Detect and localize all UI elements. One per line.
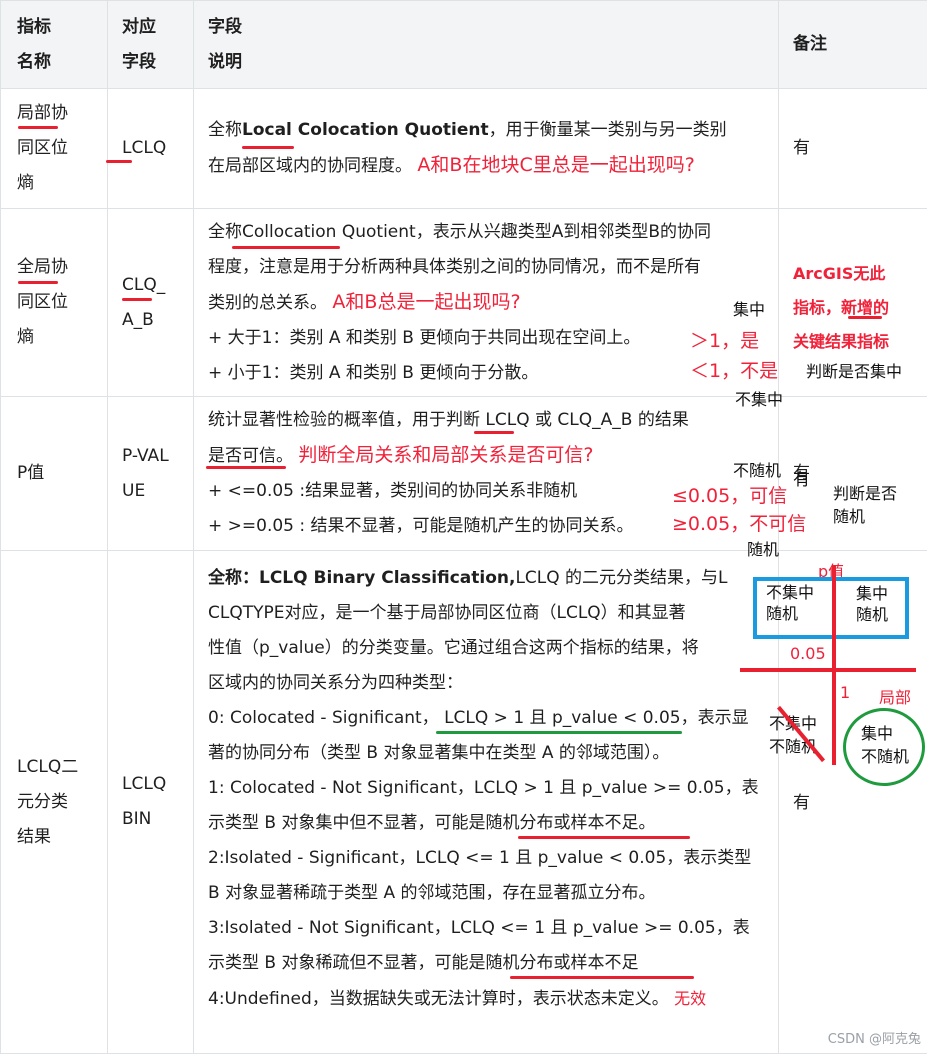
quadrant-bl: 不集中不随机 (769, 712, 817, 758)
quadrant-br: 集中不随机 (861, 722, 909, 768)
header-field: 对应字段 (108, 1, 194, 89)
header-desc: 字段说明 (194, 1, 779, 89)
annotation-gt1: ＞1，是 (690, 326, 759, 353)
table-header-row: 指标名称 对应字段 字段说明 备注 (1, 1, 927, 89)
underline-mark-green (436, 731, 682, 734)
row-field: LCLQBIN (108, 551, 194, 1054)
underline-mark (206, 466, 286, 469)
row-field: P-VALUE (108, 397, 194, 551)
quadrant-axis-local: 局部 (879, 684, 911, 708)
underline-mark (518, 836, 690, 839)
underline-mark (106, 160, 132, 163)
header-name: 指标名称 (1, 1, 108, 89)
row-note: 有 (779, 89, 927, 209)
underline-mark (474, 431, 514, 434)
annotation-jizhong: 集中 (733, 296, 765, 320)
watermark: CSDN @阿克兔 (828, 1028, 921, 1047)
annotation-busuiji: 不随机 (733, 457, 781, 481)
annotation-judge-jizhong: 判断是否集中 (806, 358, 902, 382)
annotation-judge-suiji-2: 随机 (833, 503, 865, 527)
underline-mark (122, 298, 152, 301)
annotation-judge-suiji-1: 判断是否 (833, 480, 897, 504)
table-row: 局部协同区位熵 LCLQ 全称Local Colocation Quotient… (1, 89, 927, 209)
quadrant-horizontal-axis (740, 668, 916, 672)
underline-mark (848, 316, 882, 319)
quadrant-vertical-axis (832, 565, 836, 765)
quadrant-tl: 不集中随机 (766, 582, 814, 624)
underline-mark (510, 976, 694, 979)
quadrant-axis-1: 1 (840, 683, 850, 702)
annotation-le005: ≤0.05，可信 (672, 481, 787, 508)
underline-mark (232, 246, 340, 249)
annotation-you-overlay: 有 (793, 465, 810, 490)
row-name: 全局协同区位熵 (1, 209, 108, 397)
underline-mark (18, 126, 58, 129)
table-row: 全局协同区位熵 CLQ_A_B 全称Collocation Quotient，表… (1, 209, 927, 397)
annotation-bujizhong: 不集中 (735, 386, 783, 410)
underline-mark (18, 281, 58, 284)
row-name: P值 (1, 397, 108, 551)
quadrant-tr: 集中随机 (856, 583, 888, 625)
row-field: LCLQ (108, 89, 194, 209)
annotation-ge005: ≥0.05，不可信 (672, 509, 806, 536)
underline-mark (242, 146, 294, 149)
row-name: 局部协同区位熵 (1, 89, 108, 209)
row-name: LCLQ二元分类结果 (1, 551, 108, 1054)
annotation-suiji: 随机 (747, 536, 779, 560)
header-note: 备注 (779, 1, 927, 89)
row-field: CLQ_A_B (108, 209, 194, 397)
annotation-lt1: ＜1，不是 (690, 356, 778, 383)
quadrant-axis-005: 0.05 (790, 644, 826, 663)
